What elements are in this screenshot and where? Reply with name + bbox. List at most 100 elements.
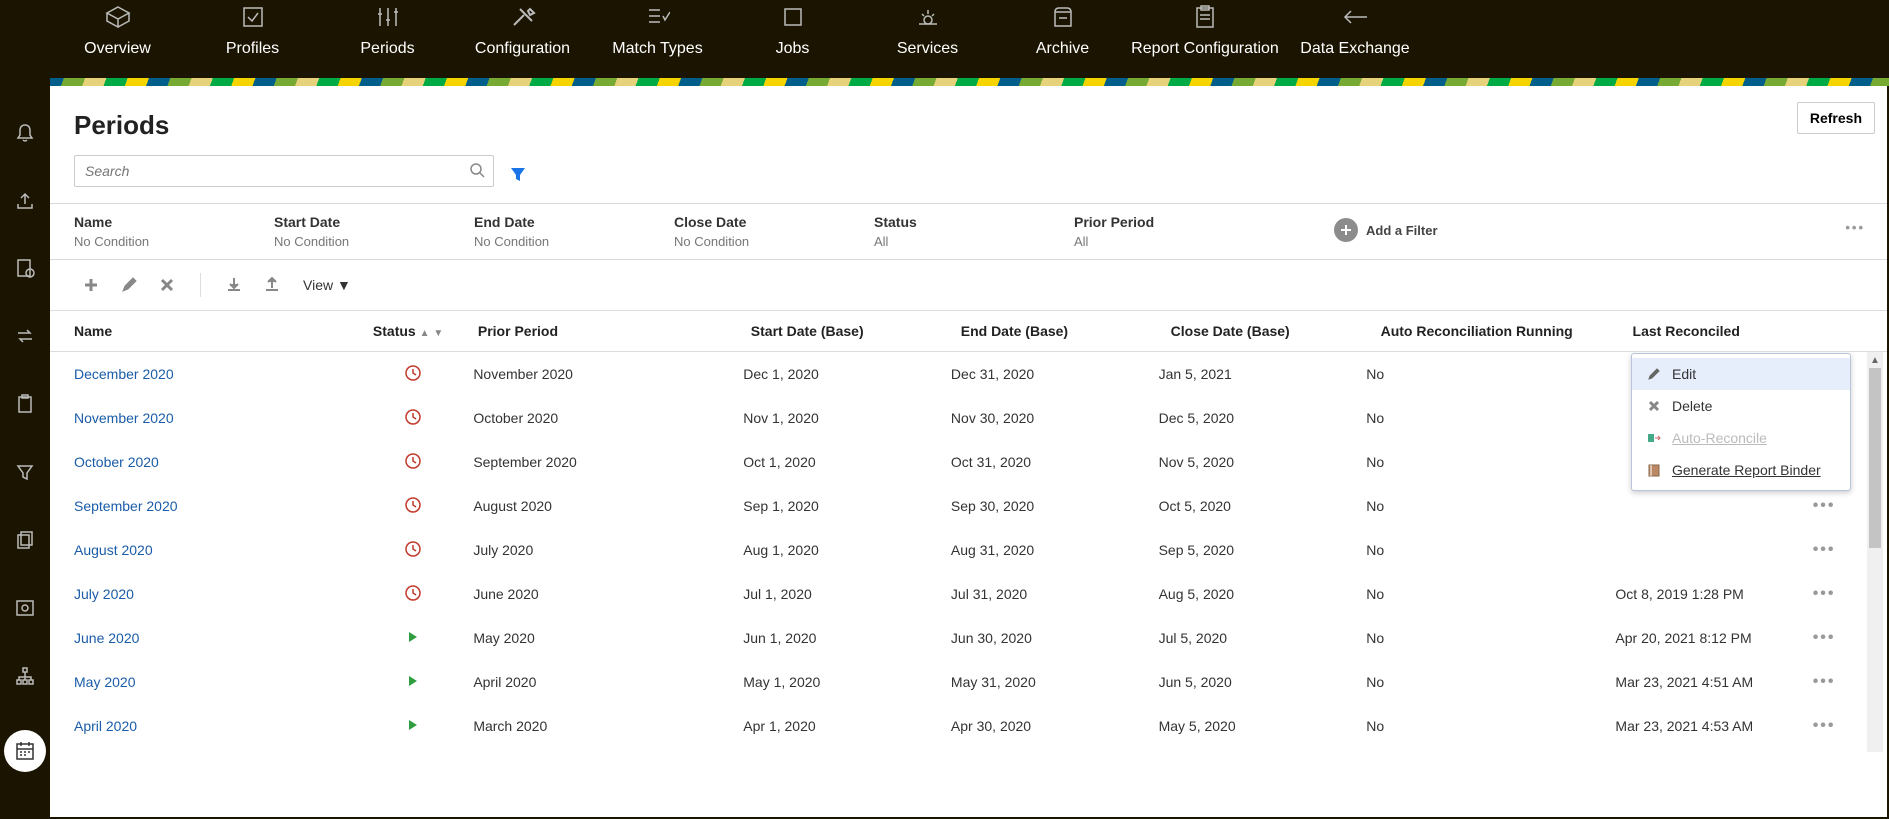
rail-filter[interactable] bbox=[11, 458, 39, 486]
cube-icon bbox=[104, 4, 132, 30]
row-actions-icon[interactable]: ••• bbox=[1813, 673, 1836, 690]
period-name-link[interactable]: June 2020 bbox=[74, 630, 139, 646]
row-actions-icon[interactable]: ••• bbox=[1813, 497, 1836, 514]
period-name-link[interactable]: October 2020 bbox=[74, 454, 159, 470]
period-name-link[interactable]: April 2020 bbox=[74, 718, 137, 734]
table-row[interactable]: September 2020August 2020Sep 1, 2020Sep … bbox=[50, 484, 1867, 528]
filter-close-date[interactable]: Close Date No Condition bbox=[674, 214, 874, 249]
nav-report-configuration[interactable]: Report Configuration bbox=[1130, 0, 1280, 78]
row-actions-icon[interactable]: ••• bbox=[1813, 717, 1836, 734]
cell-start: Dec 1, 2020 bbox=[735, 352, 943, 396]
add-filter-button[interactable]: Add a Filter bbox=[1334, 218, 1438, 242]
nav-overview[interactable]: Overview bbox=[50, 0, 185, 78]
nav-profiles[interactable]: Profiles bbox=[185, 0, 320, 78]
search-input[interactable] bbox=[83, 162, 469, 180]
rail-clipboard[interactable] bbox=[11, 390, 39, 418]
filter-head: Start Date bbox=[274, 214, 474, 230]
cell-prior: March 2020 bbox=[465, 704, 735, 748]
status-icon bbox=[405, 365, 421, 381]
rail-preview[interactable] bbox=[11, 594, 39, 622]
col-auto[interactable]: Auto Reconciliation Running bbox=[1373, 311, 1625, 352]
rail-calendar-selected[interactable] bbox=[4, 730, 46, 772]
import-button[interactable] bbox=[217, 270, 251, 300]
ctx-delete[interactable]: Delete bbox=[1632, 390, 1850, 422]
scroll-up-icon[interactable]: ▲ bbox=[1867, 352, 1883, 368]
rail-documents[interactable] bbox=[11, 526, 39, 554]
rail-swap[interactable] bbox=[11, 322, 39, 350]
cell-auto: No bbox=[1358, 352, 1607, 396]
rail-upload[interactable] bbox=[11, 186, 39, 214]
cell-close: Apr 5, 2020 bbox=[1151, 748, 1359, 752]
search-icon[interactable] bbox=[469, 162, 485, 181]
nav-match-types[interactable]: Match Types bbox=[590, 0, 725, 78]
nav-data-exchange[interactable]: Data Exchange bbox=[1280, 0, 1430, 78]
filter-prior-period[interactable]: Prior Period All bbox=[1074, 214, 1274, 249]
row-actions-icon[interactable]: ••• bbox=[1813, 541, 1836, 558]
view-label: View bbox=[303, 277, 333, 293]
filter-start-date[interactable]: Start Date No Condition bbox=[274, 214, 474, 249]
export-button[interactable] bbox=[255, 270, 289, 300]
cell-auto: No bbox=[1358, 704, 1607, 748]
ctx-edit[interactable]: Edit bbox=[1632, 358, 1850, 390]
filter-status[interactable]: Status All bbox=[874, 214, 1074, 249]
period-name-link[interactable]: May 2020 bbox=[74, 674, 135, 690]
main-panel: Refresh Periods Name No Condition Start … bbox=[50, 86, 1887, 817]
add-button[interactable] bbox=[74, 270, 108, 300]
rail-hierarchy[interactable] bbox=[11, 662, 39, 690]
cell-prior: May 2020 bbox=[465, 616, 735, 660]
filter-end-date[interactable]: End Date No Condition bbox=[474, 214, 674, 249]
cell-prior: April 2020 bbox=[465, 660, 735, 704]
edit-button[interactable] bbox=[112, 270, 146, 300]
ctx-generate-report[interactable]: Generate Report Binder bbox=[1632, 454, 1850, 486]
row-actions-icon[interactable]: ••• bbox=[1813, 629, 1836, 646]
nav-configuration[interactable]: Configuration bbox=[455, 0, 590, 78]
nav-archive[interactable]: Archive bbox=[995, 0, 1130, 78]
col-last[interactable]: Last Reconciled bbox=[1625, 311, 1824, 352]
table-row[interactable]: April 2020March 2020Apr 1, 2020Apr 30, 2… bbox=[50, 704, 1867, 748]
table-row[interactable]: March 2020February 2020Mar 1, 2020Mar 31… bbox=[50, 748, 1867, 752]
filter-name[interactable]: Name No Condition bbox=[74, 214, 274, 249]
nav-periods[interactable]: Periods bbox=[320, 0, 455, 78]
cell-auto: No bbox=[1358, 484, 1607, 528]
period-name-link[interactable]: December 2020 bbox=[74, 366, 174, 382]
nav-label: Jobs bbox=[776, 40, 810, 58]
period-name-link[interactable]: September 2020 bbox=[74, 498, 178, 514]
col-status[interactable]: Status ▲ ▼ bbox=[365, 311, 470, 352]
table-row[interactable]: December 2020November 2020Dec 1, 2020Dec… bbox=[50, 352, 1867, 396]
cell-start: Oct 1, 2020 bbox=[735, 440, 943, 484]
nav-label: Data Exchange bbox=[1300, 40, 1409, 58]
nav-jobs[interactable]: Jobs bbox=[725, 0, 860, 78]
filter-icon[interactable] bbox=[504, 160, 532, 188]
search-box[interactable] bbox=[74, 155, 494, 187]
chevron-down-icon: ▼ bbox=[337, 277, 351, 293]
table-row[interactable]: August 2020July 2020Aug 1, 2020Aug 31, 2… bbox=[50, 528, 1867, 572]
table-row[interactable]: October 2020September 2020Oct 1, 2020Oct… bbox=[50, 440, 1867, 484]
rail-document-gear[interactable] bbox=[11, 254, 39, 282]
filter-value: No Condition bbox=[74, 234, 274, 249]
table-row[interactable]: November 2020October 2020Nov 1, 2020Nov … bbox=[50, 396, 1867, 440]
table-row[interactable]: July 2020June 2020Jul 1, 2020Jul 31, 202… bbox=[50, 572, 1867, 616]
period-name-link[interactable]: August 2020 bbox=[74, 542, 153, 558]
vertical-scrollbar[interactable]: ▲ bbox=[1867, 352, 1883, 752]
rail-notifications[interactable] bbox=[11, 118, 39, 146]
delete-button[interactable] bbox=[150, 270, 184, 300]
top-nav: Overview Profiles Periods Configuration … bbox=[0, 0, 1889, 78]
period-name-link[interactable]: July 2020 bbox=[74, 586, 134, 602]
col-end[interactable]: End Date (Base) bbox=[953, 311, 1163, 352]
table-row[interactable]: June 2020May 2020Jun 1, 2020Jun 30, 2020… bbox=[50, 616, 1867, 660]
cell-end: Aug 31, 2020 bbox=[943, 528, 1151, 572]
scroll-thumb[interactable] bbox=[1869, 368, 1881, 548]
refresh-button[interactable]: Refresh bbox=[1797, 102, 1875, 134]
cell-auto: No bbox=[1358, 660, 1607, 704]
nav-services[interactable]: Services bbox=[860, 0, 995, 78]
view-menu[interactable]: View ▼ bbox=[303, 277, 351, 293]
col-name[interactable]: Name bbox=[50, 311, 365, 352]
filters-more-icon[interactable]: ••• bbox=[1845, 220, 1865, 235]
cell-auto: No bbox=[1358, 396, 1607, 440]
col-close[interactable]: Close Date (Base) bbox=[1163, 311, 1373, 352]
table-row[interactable]: May 2020April 2020May 1, 2020May 31, 202… bbox=[50, 660, 1867, 704]
row-actions-icon[interactable]: ••• bbox=[1813, 585, 1836, 602]
col-prior[interactable]: Prior Period bbox=[470, 311, 743, 352]
period-name-link[interactable]: November 2020 bbox=[74, 410, 174, 426]
col-start[interactable]: Start Date (Base) bbox=[743, 311, 953, 352]
